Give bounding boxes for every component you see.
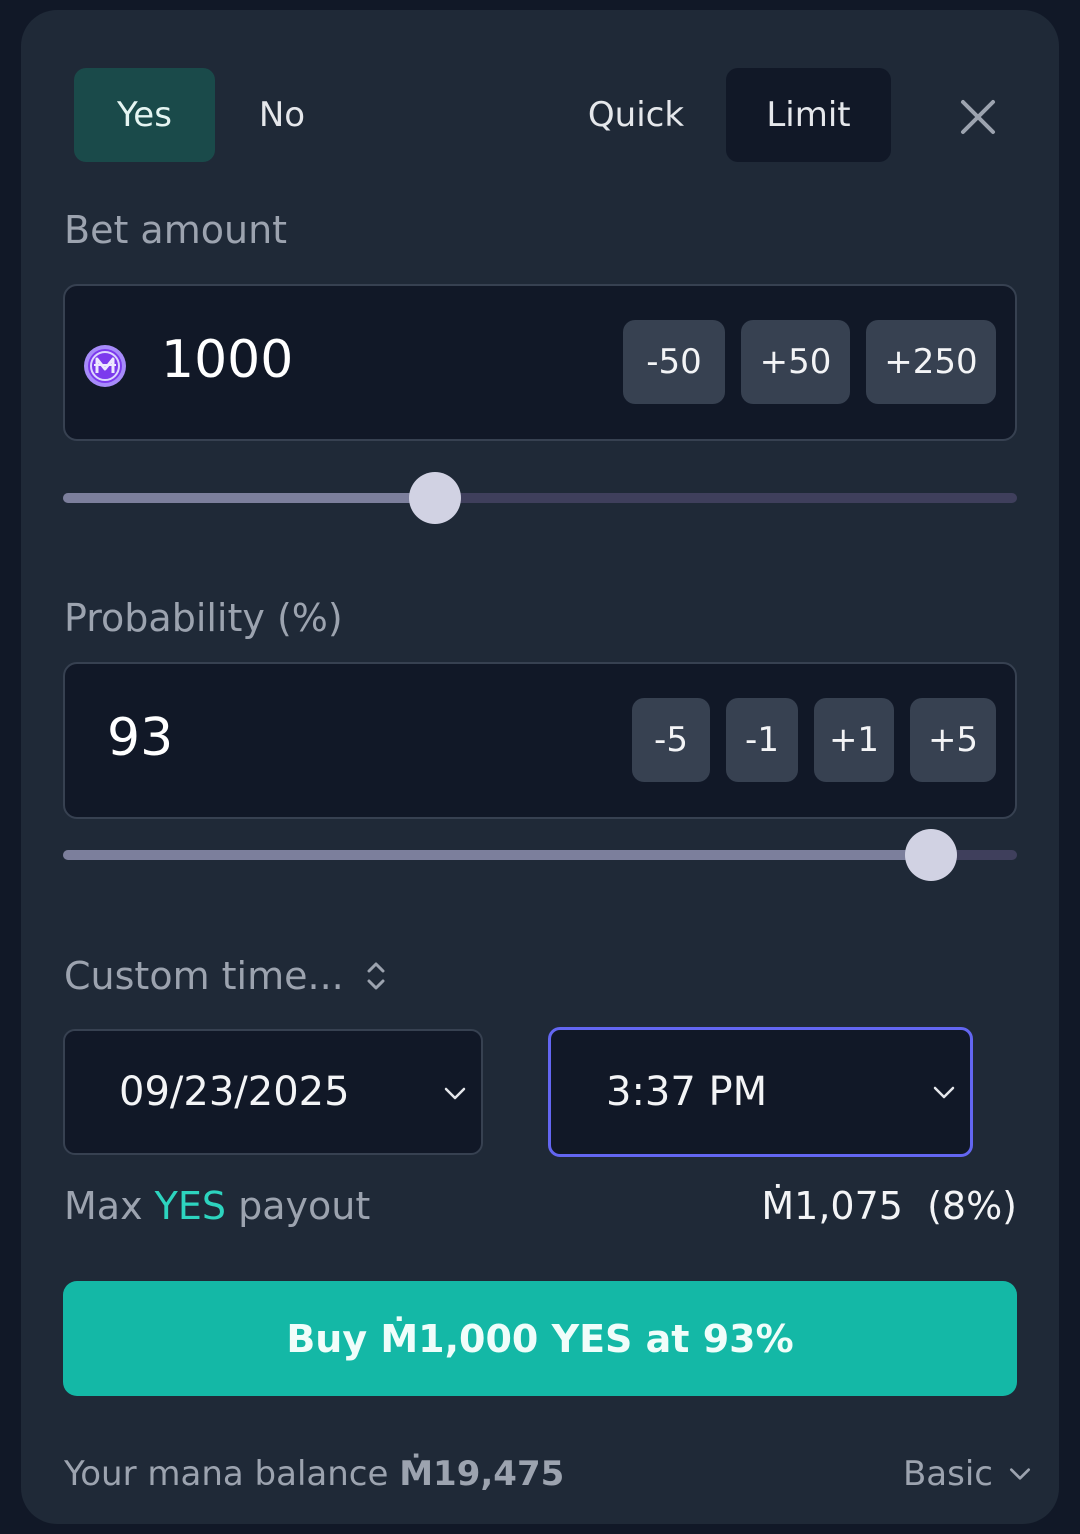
time-select[interactable]: 3:37 PM xyxy=(548,1027,973,1157)
bet-panel: Yes No Quick Limit Bet amount 1000 -50 +… xyxy=(21,10,1059,1524)
probability-label: Probability (%) xyxy=(64,596,343,640)
outcome-tab-yes[interactable]: Yes xyxy=(74,68,215,162)
expiry-select[interactable]: Custom time... xyxy=(64,954,388,998)
mana-coin-icon xyxy=(83,344,127,388)
bet-minus-50-button[interactable]: -50 xyxy=(623,320,725,404)
chevron-down-icon xyxy=(1009,1468,1031,1480)
chevron-down-icon xyxy=(444,1087,466,1100)
probability-slider-thumb[interactable] xyxy=(905,829,958,881)
payout-label-suffix: payout xyxy=(238,1184,371,1228)
probability-value[interactable]: 93 xyxy=(107,708,173,768)
mode-tab-limit[interactable]: Limit xyxy=(726,68,891,162)
close-icon xyxy=(961,100,995,134)
bet-plus-250-button[interactable]: +250 xyxy=(866,320,996,404)
payout-percent: (8%) xyxy=(927,1184,1017,1228)
mode-label: Basic xyxy=(902,1454,993,1494)
bet-amount-value[interactable]: 1000 xyxy=(161,330,293,390)
updown-chevron-icon xyxy=(367,962,385,990)
probability-field[interactable]: 93 -5 -1 +1 +5 xyxy=(63,662,1017,819)
payout-label-yes: YES xyxy=(154,1184,226,1228)
payout-label-prefix: Max xyxy=(64,1184,143,1228)
mode-select[interactable]: Basic xyxy=(903,1454,1033,1494)
chevron-down-icon xyxy=(933,1086,955,1099)
max-payout-label: Max YES payout xyxy=(64,1184,370,1228)
date-select[interactable]: 09/23/2025 xyxy=(63,1029,483,1155)
probability-slider[interactable] xyxy=(63,829,1017,881)
date-value: 09/23/2025 xyxy=(119,1069,350,1115)
payout-amount: Ṁ1,075 xyxy=(761,1184,903,1228)
bet-amount-field[interactable]: 1000 -50 +50 +250 xyxy=(63,284,1017,441)
max-payout-value: Ṁ1,075 (8%) xyxy=(761,1184,1017,1228)
balance-label: Your mana balance xyxy=(64,1454,389,1494)
outcome-tab-no[interactable]: No xyxy=(229,68,335,162)
balance-value: Ṁ19,475 xyxy=(399,1454,565,1494)
probability-slider-fill xyxy=(63,850,932,860)
bet-slider-fill xyxy=(63,493,436,503)
mana-balance: Your mana balance Ṁ19,475 xyxy=(64,1454,564,1494)
bet-amount-slider[interactable] xyxy=(63,472,1017,524)
prob-plus-5-button[interactable]: +5 xyxy=(910,698,996,782)
prob-plus-1-button[interactable]: +1 xyxy=(814,698,894,782)
mode-tab-quick[interactable]: Quick xyxy=(571,68,701,162)
time-value: 3:37 PM xyxy=(606,1069,768,1115)
bet-plus-50-button[interactable]: +50 xyxy=(741,320,850,404)
close-button[interactable] xyxy=(953,92,1003,142)
buy-button[interactable]: Buy Ṁ1,000 YES at 93% xyxy=(63,1281,1017,1396)
expiry-label: Custom time... xyxy=(64,954,344,998)
prob-minus-5-button[interactable]: -5 xyxy=(632,698,710,782)
prob-minus-1-button[interactable]: -1 xyxy=(726,698,798,782)
bet-amount-label: Bet amount xyxy=(64,208,288,252)
bet-slider-thumb[interactable] xyxy=(409,472,462,524)
